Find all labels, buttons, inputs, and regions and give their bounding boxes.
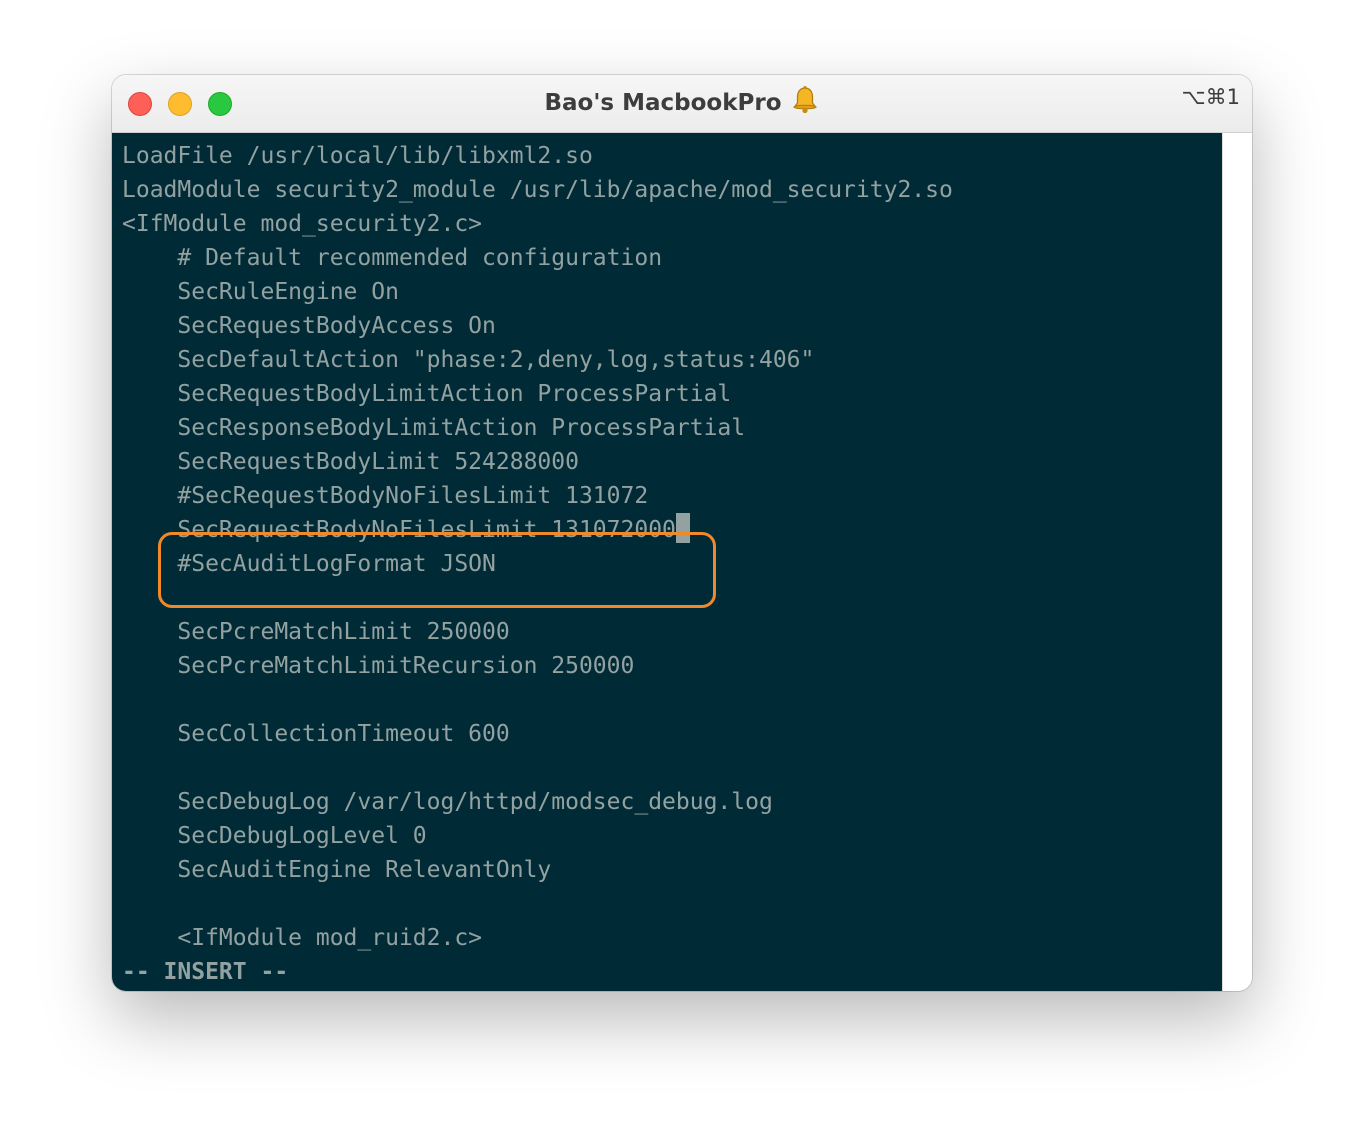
terminal-line-text: SecRequestBodyNoFilesLimit 131072000 [122,517,676,543]
text-cursor [675,513,690,543]
terminal-line: LoadModule security2_module /usr/lib/apa… [122,177,953,203]
terminal-line: SecDefaultAction "phase:2,deny,log,statu… [122,347,815,373]
terminal-line: SecRequestBodyAccess On [122,313,496,339]
terminal-line: SecDebugLogLevel 0 [122,823,427,849]
terminal-line: #SecRequestBodyNoFilesLimit 131072 [122,483,649,509]
window-title: Bao's MacbookPro [112,75,1252,132]
terminal-line: SecPcreMatchLimitRecursion 250000 [122,653,635,679]
terminal-line: SecResponseBodyLimitAction ProcessPartia… [122,415,746,441]
terminal-line: SecRequestBodyLimit 524288000 [122,449,579,475]
terminal-window: Bao's MacbookPro ⌥⌘1 LoadFile /usr/local… [112,75,1252,991]
terminal-line: SecCollectionTimeout 600 [122,721,510,747]
terminal-line: <IfModule mod_ruid2.c> [122,925,483,951]
terminal-line: SecRequestBodyLimitAction ProcessPartial [122,381,732,407]
vim-mode-indicator: -- INSERT -- [122,959,289,985]
bell-icon [792,86,817,114]
window-shortcut-label: ⌥⌘1 [1181,85,1240,109]
scrollbar-track[interactable] [1222,133,1252,991]
terminal-line: <IfModule mod_security2.c> [122,211,483,237]
terminal-line: SecAuditEngine RelevantOnly [122,857,552,883]
terminal-line: SecPcreMatchLimit 250000 [122,619,510,645]
terminal-line-with-cursor: SecRequestBodyNoFilesLimit 131072000 [122,513,690,547]
terminal-line: LoadFile /usr/local/lib/libxml2.so [122,143,593,169]
title-bar[interactable]: Bao's MacbookPro ⌥⌘1 [112,75,1252,133]
terminal-line: SecDebugLog /var/log/httpd/modsec_debug.… [122,789,773,815]
terminal-line: SecRuleEngine On [122,279,399,305]
window-title-text: Bao's MacbookPro [544,90,782,116]
terminal-content[interactable]: LoadFile /usr/local/lib/libxml2.so LoadM… [112,133,1222,991]
terminal-line: # Default recommended configuration [122,245,663,271]
terminal-line: #SecAuditLogFormat JSON [122,551,496,577]
